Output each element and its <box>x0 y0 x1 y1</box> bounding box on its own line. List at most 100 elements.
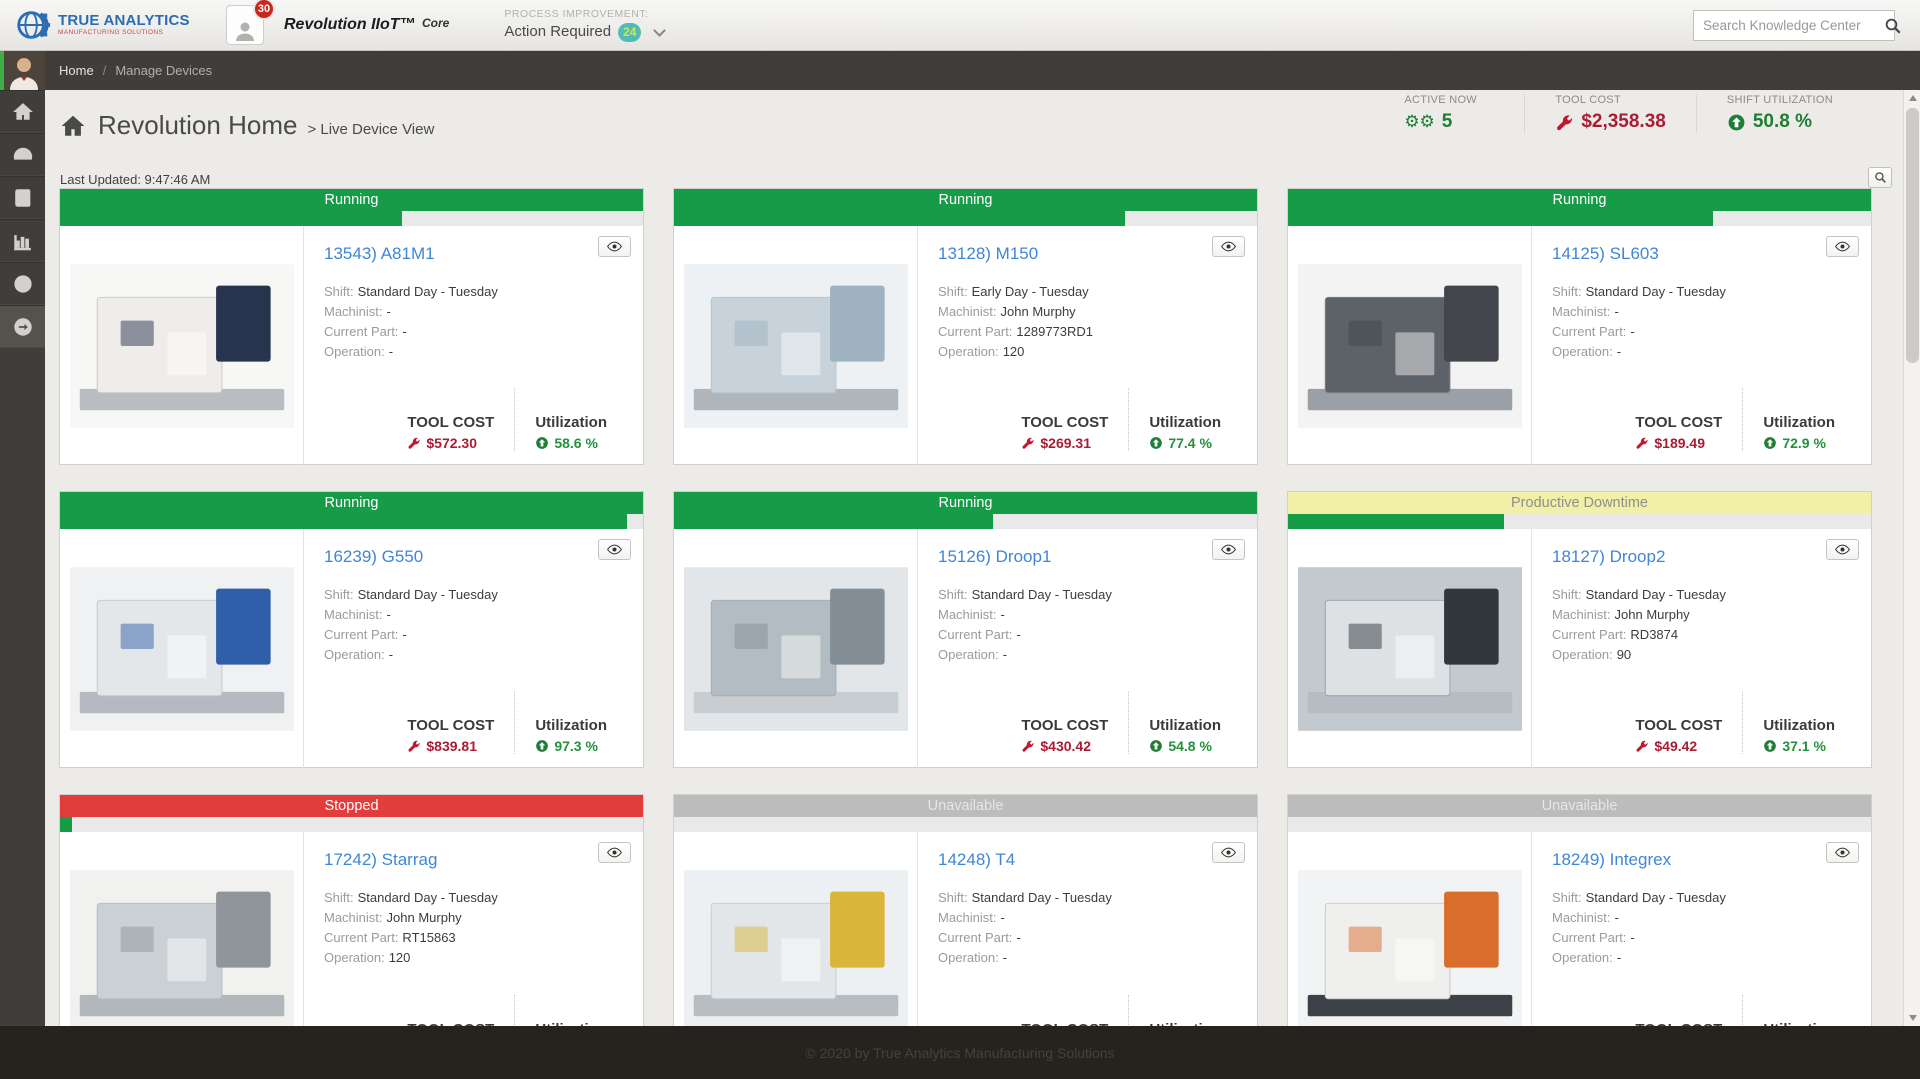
current-part-line: Current Part:- <box>938 625 1241 645</box>
machine-photo <box>1288 226 1532 465</box>
shift-value: Standard Day - Tuesday <box>358 284 498 299</box>
notifications-button[interactable]: 30 <box>226 5 264 45</box>
shift-progress-bar <box>1288 514 1871 529</box>
arrow-up-circle-icon <box>1727 113 1746 132</box>
machine-photo <box>60 226 304 465</box>
device-name-link[interactable]: 17242) Starrag <box>324 850 437 870</box>
eye-icon <box>1835 241 1850 252</box>
stat-label: TOOL COST <box>1555 94 1666 106</box>
tool-cost-value: $572.30 <box>426 435 477 451</box>
shift-value: Standard Day - Tuesday <box>1586 890 1726 905</box>
view-device-button[interactable] <box>598 842 631 863</box>
zoom-button[interactable] <box>1868 167 1892 188</box>
breadcrumb: Home / Manage Devices <box>0 51 1920 90</box>
brand-logo[interactable]: TRUE ANALYTICS MANUFACTURING SOLUTIONS <box>14 6 194 44</box>
brand-tagline: MANUFACTURING SOLUTIONS <box>58 30 190 37</box>
current-part-value: - <box>1016 930 1020 945</box>
stat-value: 50.8 % <box>1753 111 1812 133</box>
sidebar-item-analytics[interactable] <box>0 219 45 262</box>
sidebar-item-home[interactable] <box>0 90 45 133</box>
home-icon <box>60 113 86 139</box>
device-name-link[interactable]: 14125) SL603 <box>1552 244 1659 264</box>
scroll-up-arrow[interactable] <box>1904 90 1920 106</box>
sidebar-item-live-device-view[interactable] <box>0 305 45 348</box>
eye-icon <box>1221 847 1236 858</box>
view-device-button[interactable] <box>1212 236 1245 257</box>
tool-cost-value: $839.81 <box>426 738 477 754</box>
device-name-link[interactable]: 16239) G550 <box>324 547 423 567</box>
action-required-dropdown[interactable]: Action Required 24 <box>504 23 664 42</box>
device-name-link[interactable]: 13128) M150 <box>938 244 1038 264</box>
view-device-button[interactable] <box>1826 539 1859 560</box>
wrench-icon <box>407 739 421 753</box>
utilization-value: 58.6 % <box>554 435 598 451</box>
sidebar-nav <box>0 51 45 1079</box>
wrench-icon <box>1021 436 1035 450</box>
globe-icon <box>12 273 34 295</box>
user-avatar[interactable] <box>0 51 45 90</box>
vertical-scrollbar[interactable] <box>1903 90 1920 1026</box>
breadcrumb-current[interactable]: Manage Devices <box>115 63 212 78</box>
search-input[interactable] <box>1694 11 1884 40</box>
machinist-line: Machinist:- <box>324 302 627 322</box>
gears-icon: ⚙⚙ <box>1404 114 1434 131</box>
chevron-down-icon[interactable] <box>654 24 667 37</box>
status-badge: Running <box>674 189 1257 211</box>
progress-fill <box>674 514 993 529</box>
operation-line: Operation:- <box>324 342 627 362</box>
shift-progress-bar <box>1288 211 1871 226</box>
tool-cost-metric: TOOL COST $430.42 <box>1001 691 1128 754</box>
device-name-link[interactable]: 14248) T4 <box>938 850 1015 870</box>
operation-line: Operation:- <box>324 645 627 665</box>
device-name-link[interactable]: 18249) Integrex <box>1552 850 1671 870</box>
machinist-line: Machinist:John Murphy <box>324 908 627 928</box>
sidebar-item-logbook[interactable] <box>0 176 45 219</box>
tool-cost-value: $430.42 <box>1040 738 1091 754</box>
sidebar-item-network[interactable] <box>0 262 45 305</box>
shift-line: Shift:Standard Day - Tuesday <box>324 282 627 302</box>
view-device-button[interactable] <box>1826 842 1859 863</box>
breadcrumb-home-link[interactable]: Home <box>59 63 94 78</box>
status-badge: Stopped <box>60 795 643 817</box>
eye-icon <box>1221 241 1236 252</box>
machinist-line: Machinist:- <box>324 605 627 625</box>
operation-line: Operation:- <box>938 645 1241 665</box>
progress-fill <box>60 817 72 832</box>
arrow-up-circle-icon <box>1149 436 1163 450</box>
sidebar-item-dashboard[interactable] <box>0 133 45 176</box>
search-button[interactable] <box>1884 17 1902 35</box>
view-device-button[interactable] <box>598 539 631 560</box>
status-badge: Productive Downtime <box>1288 492 1871 514</box>
device-grid: Running 13543) A81M1 Shift:St <box>59 188 1872 1071</box>
view-device-button[interactable] <box>598 236 631 257</box>
eye-icon <box>607 544 622 555</box>
machinist-value: John Murphy <box>1615 607 1690 622</box>
product-title: Revolution IIoT™ Core <box>284 16 449 34</box>
notification-count-badge[interactable]: 30 <box>253 0 275 20</box>
device-card: Running 13128) M150 Shift:Ear <box>673 188 1258 465</box>
status-badge: Running <box>60 492 643 514</box>
current-part-line: Current Part:- <box>324 322 627 342</box>
device-name-link[interactable]: 15126) Droop1 <box>938 547 1051 567</box>
machinist-line: Machinist:- <box>1552 302 1855 322</box>
current-part-line: Current Part:RD3874 <box>1552 625 1855 645</box>
shift-progress-bar <box>674 817 1257 832</box>
current-part-line: Current Part:- <box>1552 322 1855 342</box>
shift-line: Shift:Early Day - Tuesday <box>938 282 1241 302</box>
stat-active-now: ACTIVE NOW ⚙⚙ 5 <box>1374 94 1524 133</box>
device-name-link[interactable]: 18127) Droop2 <box>1552 547 1665 567</box>
view-device-button[interactable] <box>1212 539 1245 560</box>
top-bar: TRUE ANALYTICS MANUFACTURING SOLUTIONS 3… <box>0 0 1920 51</box>
scrollbar-thumb[interactable] <box>1906 108 1919 363</box>
tool-cost-metric: TOOL COST $839.81 <box>387 691 514 754</box>
stat-label: SHIFT UTILIZATION <box>1727 94 1833 106</box>
operation-line: Operation:- <box>938 948 1241 968</box>
scroll-down-arrow[interactable] <box>1904 1010 1920 1026</box>
globe-gear-logo-icon <box>14 6 52 44</box>
shift-value: Standard Day - Tuesday <box>1586 284 1726 299</box>
operation-value: 120 <box>389 950 411 965</box>
view-device-button[interactable] <box>1826 236 1859 257</box>
view-device-button[interactable] <box>1212 842 1245 863</box>
utilization-value: 72.9 % <box>1782 435 1826 451</box>
device-name-link[interactable]: 13543) A81M1 <box>324 244 435 264</box>
